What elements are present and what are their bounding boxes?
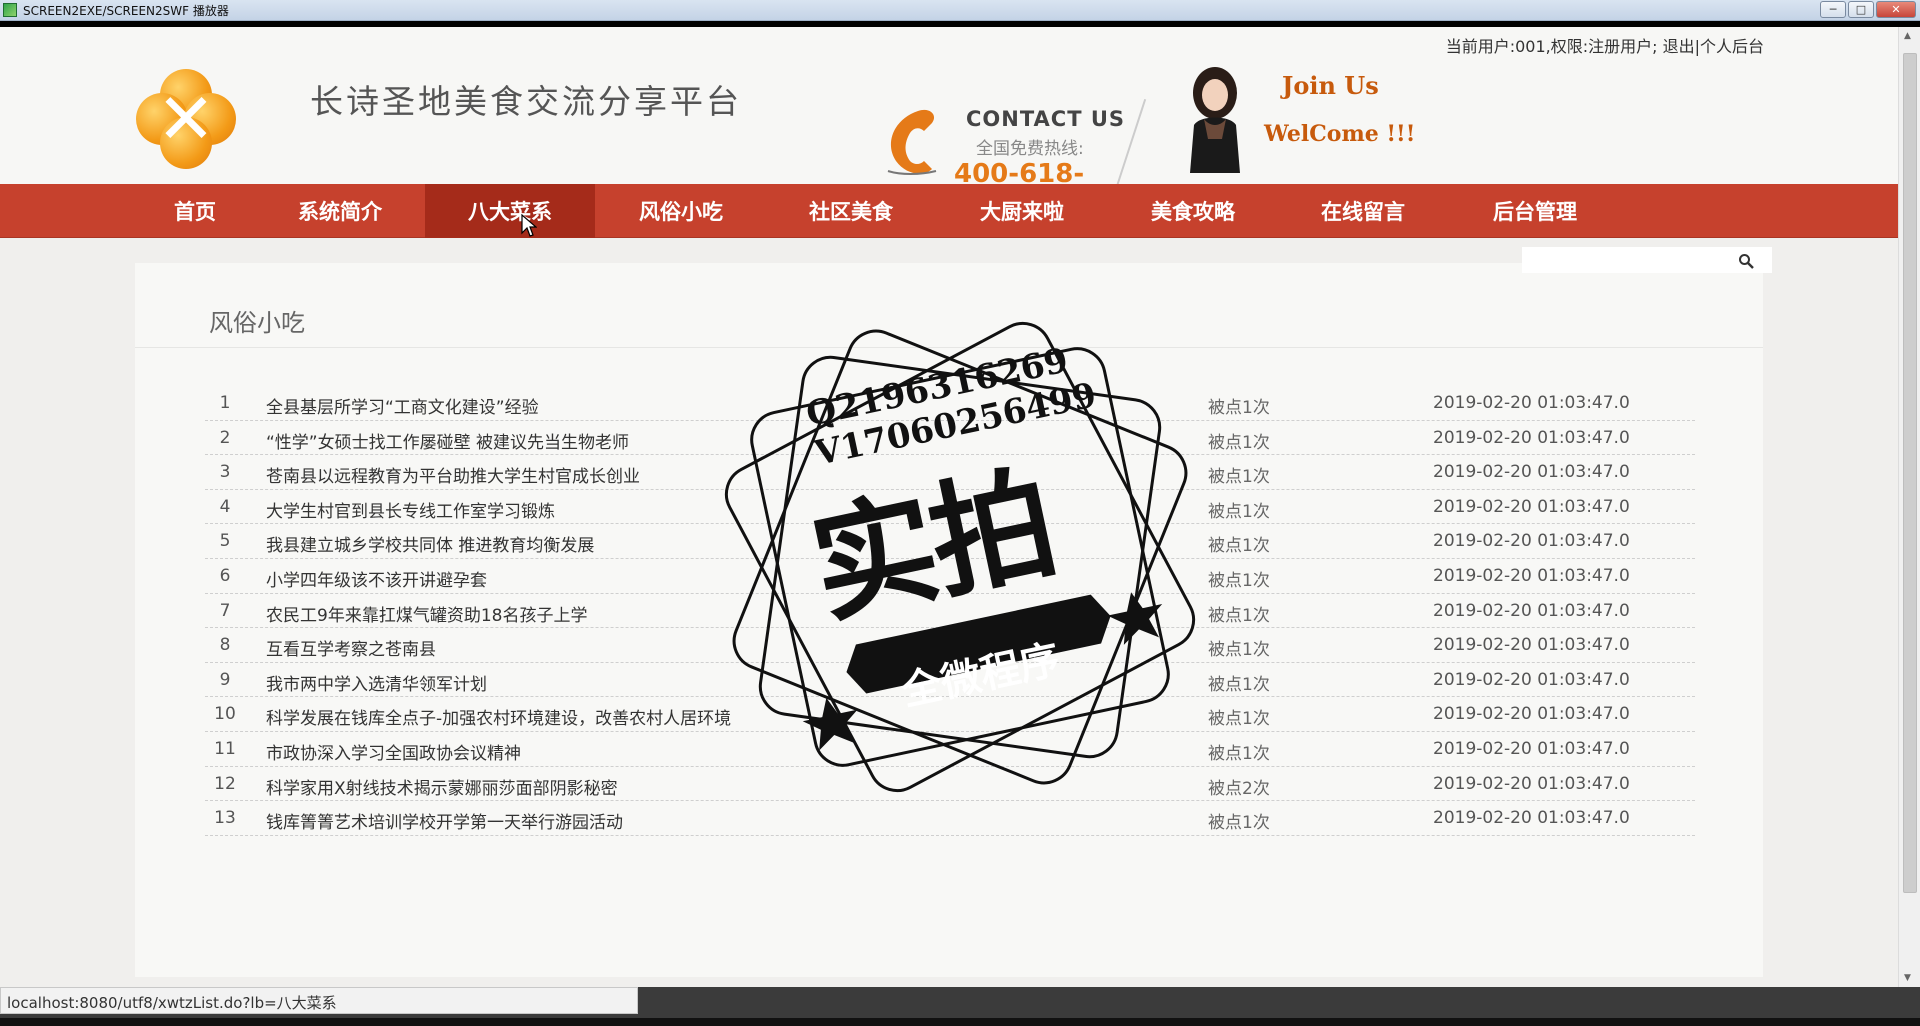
- watermark-stamp: Q2196316269 V17060256499 实拍 全微程序: [700, 297, 1220, 817]
- maximize-button[interactable]: □: [1848, 1, 1874, 18]
- nav-item-community[interactable]: 社区美食: [766, 184, 936, 238]
- search-input[interactable]: [1522, 247, 1772, 273]
- window-controls: ─ □ ✕: [1820, 1, 1916, 18]
- contact-block: CONTACT US 全国免费热线: 400-618-4800: [878, 79, 1138, 219]
- news-title[interactable]: 我市两中学入选清华领军计划: [266, 670, 487, 695]
- news-index: 9: [219, 669, 231, 690]
- welcome-text: WelCome !!!: [1264, 121, 1416, 147]
- scroll-up-icon[interactable]: ▲: [1904, 31, 1911, 41]
- web-page: 当前用户:001,权限:注册用户; 退出|个人后台 ✕ 长诗圣地美食交流分享平台…: [0, 27, 1898, 987]
- hostess-photo: [1190, 67, 1240, 173]
- news-index: 3: [219, 462, 231, 483]
- news-date: 2019-02-20 01:03:47.0: [1433, 635, 1630, 656]
- site-title: 长诗圣地美食交流分享平台: [310, 82, 742, 121]
- window-titlebar: SCREEN2EXE/SCREEN2SWF 播放器 ─ □ ✕: [0, 0, 1920, 21]
- scroll-down-icon[interactable]: ▼: [1904, 973, 1911, 983]
- news-date: 2019-02-20 01:03:47.0: [1433, 393, 1630, 413]
- logo-x-icon: ✕: [156, 78, 216, 160]
- news-index: 12: [214, 773, 236, 794]
- news-index: 6: [219, 565, 231, 586]
- contact-title: CONTACT US: [966, 107, 1126, 131]
- news-index: 4: [219, 496, 231, 517]
- news-index: 2: [219, 427, 231, 448]
- news-date: 2019-02-20 01:03:47.0: [1433, 738, 1630, 759]
- news-index: 10: [214, 704, 236, 725]
- scrollbar-thumb[interactable]: [1903, 53, 1917, 893]
- news-title[interactable]: 全县基层所学习“工商文化建设”经验: [266, 393, 539, 418]
- news-date: 2019-02-20 01:03:47.0: [1433, 427, 1630, 448]
- status-url: localhost:8080/utf8/xwtzList.do?lb=八大菜系: [0, 987, 638, 1014]
- news-title[interactable]: 钱库箐箐艺术培训学校开学第一天举行游园活动: [266, 808, 623, 833]
- news-title[interactable]: 科学家用X射线技术揭示蒙娜丽莎面部阴影秘密: [266, 774, 618, 799]
- news-date: 2019-02-20 01:03:47.0: [1433, 669, 1630, 690]
- site-header: 当前用户:001,权限:注册用户; 退出|个人后台 ✕ 长诗圣地美食交流分享平台…: [0, 27, 1898, 219]
- news-date: 2019-02-20 01:03:47.0: [1433, 565, 1630, 586]
- news-title[interactable]: 互看互学考察之苍南县: [266, 635, 436, 660]
- news-date: 2019-02-20 01:03:47.0: [1433, 808, 1630, 829]
- bottom-strip: [0, 1018, 1920, 1026]
- news-index: 5: [219, 531, 231, 552]
- news-index: 8: [219, 635, 231, 656]
- news-title[interactable]: 我县建立城乡学校共同体 推进教育均衡发展: [266, 531, 594, 556]
- news-date: 2019-02-20 01:03:47.0: [1433, 773, 1630, 794]
- vertical-scrollbar[interactable]: ▲ ▼: [1898, 27, 1920, 987]
- nav-item-guides[interactable]: 美食攻略: [1108, 184, 1278, 238]
- phone-icon: [887, 109, 937, 175]
- minimize-button[interactable]: ─: [1820, 1, 1846, 18]
- section-title: 风俗小吃: [209, 309, 305, 337]
- news-date: 2019-02-20 01:03:47.0: [1433, 531, 1630, 552]
- join-us-text: Join Us: [1282, 71, 1379, 100]
- main-nav: 首页 系统简介 八大菜系 风俗小吃 社区美食 大厨来啦 美食攻略 在线留言 后台…: [0, 184, 1898, 238]
- news-date: 2019-02-20 01:03:47.0: [1433, 496, 1630, 517]
- news-title[interactable]: 市政协深入学习全国政协会议精神: [266, 739, 521, 764]
- news-title[interactable]: 大学生村官到县长专线工作室学习锻炼: [266, 497, 555, 522]
- nav-item-intro[interactable]: 系统简介: [255, 184, 425, 238]
- contact-subtitle: 全国免费热线:: [976, 139, 1084, 159]
- news-date: 2019-02-20 01:03:47.0: [1433, 600, 1630, 621]
- app-icon: [3, 3, 17, 17]
- news-title[interactable]: 科学发展在钱库全点子-加强农村环境建设，改善农村人居环境: [266, 704, 731, 729]
- nav-item-snacks[interactable]: 风俗小吃: [596, 184, 766, 238]
- news-title[interactable]: 农民工9年来靠扛煤气罐资助18名孩子上学: [266, 601, 587, 626]
- news-date: 2019-02-20 01:03:47.0: [1433, 704, 1630, 725]
- news-index: 11: [214, 738, 236, 759]
- news-index: 7: [219, 600, 231, 621]
- search-icon[interactable]: [1738, 253, 1754, 269]
- user-bar[interactable]: 当前用户:001,权限:注册用户; 退出|个人后台: [1446, 33, 1764, 57]
- site-logo[interactable]: ✕: [136, 69, 236, 169]
- news-index: 1: [219, 393, 231, 413]
- window-title: SCREEN2EXE/SCREEN2SWF 播放器: [23, 3, 229, 18]
- nav-item-admin[interactable]: 后台管理: [1450, 184, 1620, 238]
- news-title[interactable]: “性学”女硕士找工作屡碰壁 被建议先当生物老师: [266, 428, 629, 453]
- news-date: 2019-02-20 01:03:47.0: [1433, 462, 1630, 483]
- nav-item-messages[interactable]: 在线留言: [1278, 184, 1448, 238]
- nav-item-chefs[interactable]: 大厨来啦: [937, 184, 1107, 238]
- news-title[interactable]: 小学四年级该不该开讲避孕套: [266, 566, 487, 591]
- close-button[interactable]: ✕: [1876, 1, 1916, 18]
- mouse-cursor-icon: [521, 214, 537, 237]
- news-title[interactable]: 苍南县以远程教育为平台助推大学生村官成长创业: [266, 462, 640, 487]
- nav-item-cuisines[interactable]: 八大菜系: [425, 184, 595, 238]
- news-index: 13: [214, 808, 236, 829]
